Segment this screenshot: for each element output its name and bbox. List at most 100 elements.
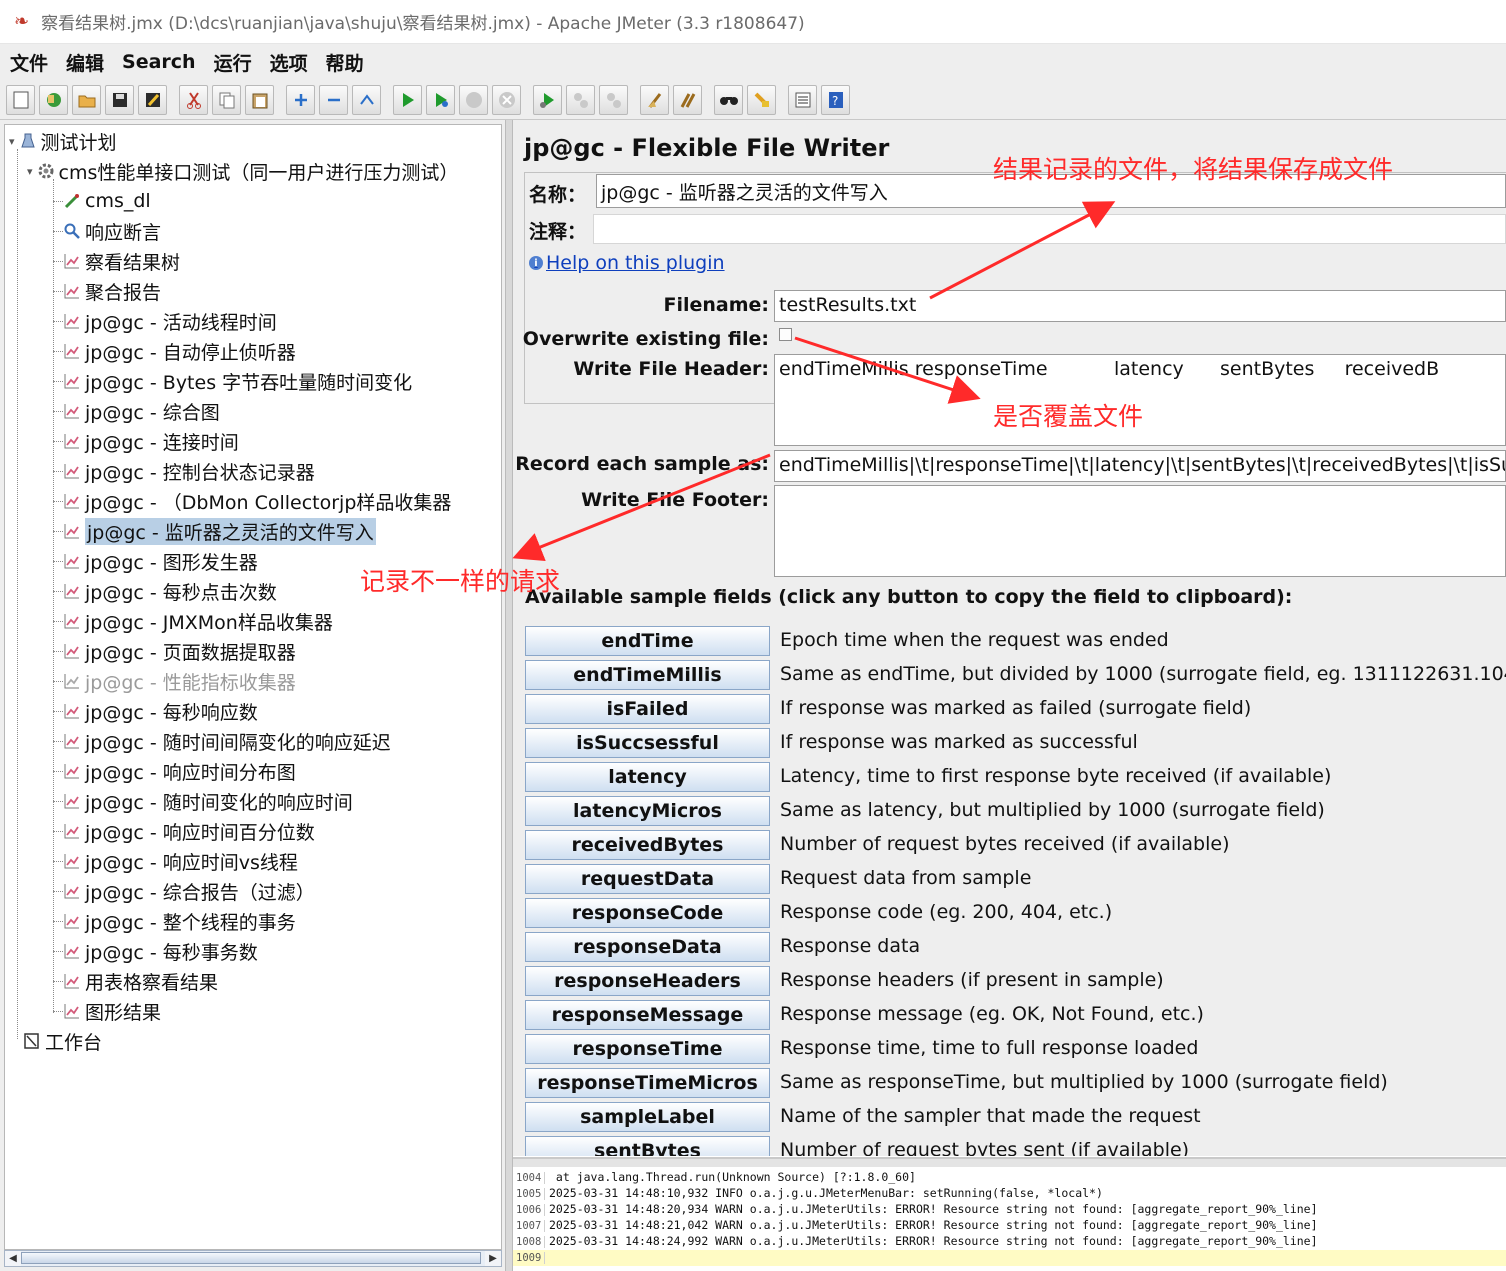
copy-icon[interactable] <box>212 84 241 115</box>
tree-node-thread-group[interactable]: ▾ cms性能单接口测试（同一用户进行压力测试） <box>27 157 458 185</box>
open-icon[interactable] <box>72 84 101 115</box>
tree-item[interactable]: jp@gc - 页面数据提取器 <box>63 637 296 665</box>
tree-item[interactable]: jp@gc - （DbMon Collectorjp样品收集器 <box>63 487 451 515</box>
tree-item[interactable]: 聚合报告 <box>63 277 161 305</box>
log-splitter[interactable] <box>513 1159 1506 1167</box>
tree-item[interactable]: 用表格察看结果 <box>63 967 218 995</box>
remote-shutdown-icon[interactable] <box>599 84 628 115</box>
tree-item[interactable]: jp@gc - 响应时间vs线程 <box>63 847 298 875</box>
tree-item[interactable]: jp@gc - 连接时间 <box>63 427 239 455</box>
menu-file[interactable]: 文件 <box>8 47 50 78</box>
tree-item[interactable]: jp@gc - 图形发生器 <box>63 547 258 575</box>
footer-textarea[interactable] <box>774 485 1506 577</box>
field-button[interactable]: responseTimeMicros <box>525 1068 770 1098</box>
templates-icon[interactable] <box>39 84 68 115</box>
field-button[interactable]: endTimeMillis <box>525 660 770 690</box>
function-helper-icon[interactable] <box>788 84 817 115</box>
field-button[interactable]: sampleLabel <box>525 1102 770 1132</box>
tree-item[interactable]: jp@gc - 随时间变化的响应时间 <box>63 787 353 815</box>
shutdown-icon[interactable] <box>492 84 521 115</box>
field-row: latencyMicros Same as latency, but multip… <box>525 796 1506 826</box>
scroll-thumb[interactable] <box>21 1252 481 1264</box>
tree-item[interactable]: 图形结果 <box>63 997 161 1025</box>
cut-icon[interactable] <box>179 84 208 115</box>
field-button[interactable]: latency <box>525 762 770 792</box>
field-button[interactable]: responseMessage <box>525 1000 770 1030</box>
test-plan-tree: ▾ 测试计划 ▾ cms性能单接口测试（同一用户进行压力测试） cms_dl 响应… <box>4 124 502 1250</box>
tree-item[interactable]: jp@gc - 整个线程的事务 <box>63 907 296 935</box>
save-as-icon[interactable] <box>138 84 167 115</box>
listener-icon <box>63 432 81 450</box>
split-pane-divider[interactable] <box>505 120 513 1271</box>
log-line: 1009 <box>513 1250 1506 1266</box>
menu-options[interactable]: 选项 <box>268 47 310 78</box>
field-button[interactable]: endTime <box>525 626 770 656</box>
field-row: responseData Response data <box>525 932 1506 962</box>
tree-item[interactable]: jp@gc - 综合报告（过滤） <box>63 877 315 905</box>
menu-help[interactable]: 帮助 <box>324 47 366 78</box>
filename-input[interactable]: testResults.txt <box>774 290 1506 322</box>
tree-item[interactable]: jp@gc - 性能指标收集器 <box>63 667 296 695</box>
field-button[interactable]: responseCode <box>525 898 770 928</box>
scroll-right-icon[interactable]: ▶ <box>485 1251 501 1266</box>
field-row: sampleLabel Name of the sampler that made… <box>525 1102 1506 1132</box>
clear-all-icon[interactable] <box>673 84 702 115</box>
workbench-icon <box>23 1032 41 1050</box>
menu-run[interactable]: 运行 <box>212 47 254 78</box>
expand-icon[interactable] <box>286 84 315 115</box>
remote-stop-icon[interactable] <box>566 84 595 115</box>
field-button[interactable]: receivedBytes <box>525 830 770 860</box>
field-button[interactable]: latencyMicros <box>525 796 770 826</box>
tree-node-workbench[interactable]: 工作台 <box>9 1027 102 1055</box>
paste-icon[interactable] <box>245 84 274 115</box>
clear-icon[interactable] <box>640 84 669 115</box>
help-link[interactable]: i Help on this plugin <box>529 252 725 274</box>
tree-item[interactable]: cms_dl <box>63 187 151 215</box>
tree-item[interactable]: 察看结果树 <box>63 247 180 275</box>
tree-item[interactable]: jp@gc - 响应时间百分位数 <box>63 817 315 845</box>
toggle-icon[interactable] <box>352 84 381 115</box>
tree-item[interactable]: jp@gc - 每秒事务数 <box>63 937 258 965</box>
stop-icon[interactable] <box>459 84 488 115</box>
help-icon[interactable]: ? <box>821 84 850 115</box>
field-button[interactable]: requestData <box>525 864 770 894</box>
tree-item[interactable]: 响应断言 <box>63 217 161 245</box>
new-icon[interactable] <box>6 84 35 115</box>
field-button[interactable]: responseHeaders <box>525 966 770 996</box>
annotation-file-note: 结果记录的文件，将结果保存成文件 <box>993 155 1394 184</box>
tree-node-test-plan[interactable]: ▾ 测试计划 <box>9 127 117 155</box>
field-row: sentBytes Number of request bytes sent (i… <box>525 1136 1506 1156</box>
tree-item[interactable]: jp@gc - 每秒响应数 <box>63 697 258 725</box>
menu-search[interactable]: Search <box>120 49 198 75</box>
collapse-icon[interactable] <box>319 84 348 115</box>
field-button[interactable]: isSuccsessful <box>525 728 770 758</box>
search-icon[interactable] <box>714 84 743 115</box>
tree-item[interactable]: jp@gc - 综合图 <box>63 397 220 425</box>
save-icon[interactable] <box>105 84 134 115</box>
record-input[interactable]: endTimeMillis|\t|responseTime|\t|latency… <box>774 450 1506 482</box>
field-button[interactable]: sentBytes <box>525 1136 770 1156</box>
menu-edit[interactable]: 编辑 <box>64 47 106 78</box>
tree-item[interactable]: jp@gc - 活动线程时间 <box>63 307 277 335</box>
tree-item[interactable]: jp@gc - 响应时间分布图 <box>63 757 296 785</box>
tree-item[interactable]: jp@gc - 随时间间隔变化的响应延迟 <box>63 727 391 755</box>
start-no-pause-icon[interactable] <box>426 84 455 115</box>
field-button[interactable]: responseData <box>525 932 770 962</box>
field-button[interactable]: isFailed <box>525 694 770 724</box>
tree-item[interactable]: jp@gc - 监听器之灵活的文件写入 <box>63 517 376 545</box>
overwrite-checkbox[interactable] <box>779 328 792 341</box>
scroll-left-icon[interactable]: ◀ <box>5 1251 21 1266</box>
tree-item[interactable]: jp@gc - JMXMon样品收集器 <box>63 607 333 635</box>
tree-horizontal-scrollbar[interactable]: ◀ ▶ <box>4 1250 502 1267</box>
panel-title: jp@gc - Flexible File Writer <box>524 134 890 162</box>
comment-input[interactable] <box>593 214 1506 244</box>
tree-item[interactable]: jp@gc - Bytes 字节吞吐量随时间变化 <box>63 367 412 395</box>
tree-item[interactable]: jp@gc - 自动停止侦听器 <box>63 337 296 365</box>
tree-item[interactable]: jp@gc - 每秒点击次数 <box>63 577 277 605</box>
start-icon[interactable] <box>393 84 422 115</box>
tree-item[interactable]: jp@gc - 控制台状态记录器 <box>63 457 315 485</box>
remote-start-icon[interactable] <box>533 84 562 115</box>
listener-icon <box>63 732 81 750</box>
reset-search-icon[interactable] <box>747 84 776 115</box>
field-button[interactable]: responseTime <box>525 1034 770 1064</box>
